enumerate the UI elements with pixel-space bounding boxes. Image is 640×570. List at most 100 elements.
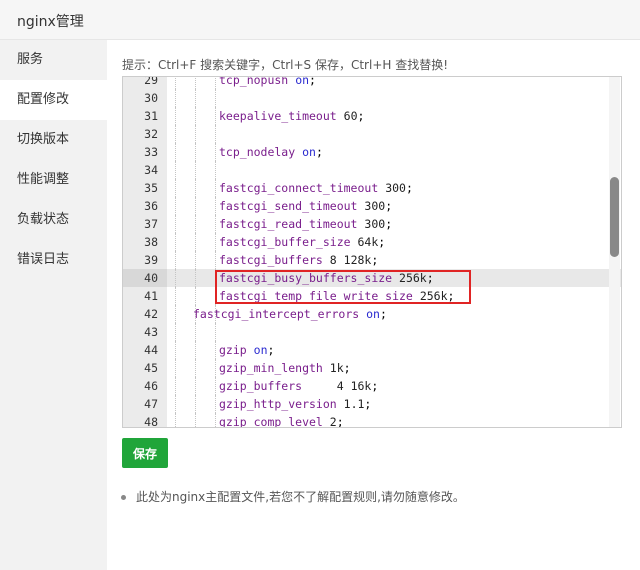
code-text: fastcgi_connect_timeout 300; xyxy=(219,181,413,195)
directive-name: gzip_http_version xyxy=(219,397,337,411)
code-line: 34 xyxy=(123,161,621,179)
line-number: 44 xyxy=(144,343,158,357)
directive-name: gzip_buffers xyxy=(219,379,303,393)
code-text: fastcgi_read_timeout 300; xyxy=(219,217,393,231)
config-note: 此处为nginx主配置文件,若您不了解配置规则,请勿随意修改。 xyxy=(121,488,465,505)
code-text: fastcgi_send_timeout 300; xyxy=(219,199,393,213)
sidebar: 服务 配置修改 切换版本 性能调整 负载状态 错误日志 xyxy=(0,40,107,570)
directive-value: on xyxy=(302,145,316,159)
scrollbar[interactable] xyxy=(609,77,620,427)
directive-value: 8 128k xyxy=(329,253,372,267)
directive-name: gzip_comp_level xyxy=(219,415,323,428)
title-bar: nginx管理 xyxy=(0,0,640,40)
line-number: 41 xyxy=(144,289,158,303)
main-panel: 提示：Ctrl+F 搜索关键字，Ctrl+S 保存，Ctrl+H 查找替换! 2… xyxy=(107,40,640,570)
code-text: gzip_http_version 1.1; xyxy=(219,397,372,411)
indent-guides xyxy=(175,89,235,107)
line-number: 35 xyxy=(144,181,158,195)
directive-name: keepalive_timeout xyxy=(219,109,337,123)
code-line: 39 fastcgi_buffers 8 128k; xyxy=(123,251,621,269)
code-line: 46 gzip_buffers 4 16k; xyxy=(123,377,621,395)
code-editor[interactable]: 29 tcp_nopush on; 30 31 keepalive_timeout 60… xyxy=(122,76,622,428)
line-number: 36 xyxy=(144,199,158,213)
code-text: fastcgi_intercept_errors on; xyxy=(193,307,387,321)
bullet-icon xyxy=(121,495,126,500)
indent-guides xyxy=(175,125,235,143)
code-text: fastcgi_buffers 8 128k; xyxy=(219,253,379,267)
directive-name: tcp_nodelay xyxy=(219,145,296,159)
code-text: gzip_comp_level 2; xyxy=(219,415,344,428)
indent-guides xyxy=(175,323,235,341)
line-number: 43 xyxy=(144,325,158,339)
directive-value: on xyxy=(295,76,310,87)
window-title: nginx管理 xyxy=(17,14,84,30)
line-number: 31 xyxy=(144,109,158,123)
line-number: 39 xyxy=(144,253,158,267)
sidebar-item-switch-version[interactable]: 切换版本 xyxy=(0,120,107,160)
code-line: 36 fastcgi_send_timeout 300; xyxy=(123,197,621,215)
directive-value: 1.1 xyxy=(343,397,365,411)
shortcut-tip: 提示：Ctrl+F 搜索关键字，Ctrl+S 保存，Ctrl+H 查找替换! xyxy=(122,58,449,72)
directive-value: 300 xyxy=(364,217,386,231)
code-text: fastcgi_buffer_size 64k; xyxy=(219,235,386,249)
directive-value: 60 xyxy=(343,109,358,123)
line-number: 37 xyxy=(144,217,158,231)
code-line: 47 gzip_http_version 1.1; xyxy=(123,395,621,413)
line-number: 46 xyxy=(144,379,158,393)
code-text: tcp_nodelay on; xyxy=(219,145,323,159)
sidebar-item-config[interactable]: 配置修改 xyxy=(0,80,107,120)
annotation-box xyxy=(215,270,471,304)
save-button[interactable]: 保存 xyxy=(122,438,168,468)
line-number: 38 xyxy=(144,235,158,249)
code-line: 29 tcp_nopush on; xyxy=(123,76,621,89)
code-line: 35 fastcgi_connect_timeout 300; xyxy=(123,179,621,197)
line-number: 30 xyxy=(144,91,158,105)
directive-value: 300 xyxy=(364,199,386,213)
code-line: 33 tcp_nodelay on; xyxy=(123,143,621,161)
directive-name: fastcgi_buffers xyxy=(219,253,323,267)
sidebar-item-load-status[interactable]: 负载状态 xyxy=(0,200,107,240)
directive-value: 64k xyxy=(357,235,379,249)
directive-name: tcp_nopush xyxy=(219,76,289,87)
directive-value: 2 xyxy=(329,415,337,428)
code-text: gzip_buffers 4 16k; xyxy=(219,379,379,393)
directive-name: fastcgi_send_timeout xyxy=(219,199,358,213)
directive-value: 300 xyxy=(385,181,406,195)
line-number: 47 xyxy=(144,397,158,411)
line-number: 29 xyxy=(144,76,158,87)
code-text: gzip on; xyxy=(219,343,275,357)
scrollbar-thumb[interactable] xyxy=(610,177,619,257)
line-number: 32 xyxy=(144,127,158,141)
line-number: 48 xyxy=(144,415,158,428)
directive-name: fastcgi_read_timeout xyxy=(219,217,358,231)
directive-value: on xyxy=(366,307,380,321)
config-note-text: 此处为nginx主配置文件,若您不了解配置规则,请勿随意修改。 xyxy=(136,490,465,504)
directive-name: fastcgi_connect_timeout xyxy=(219,181,379,195)
line-number: 42 xyxy=(144,307,158,321)
code-line: 30 xyxy=(123,89,621,107)
code-text: keepalive_timeout 60; xyxy=(219,109,365,123)
indent-guides xyxy=(175,161,235,179)
code-line: 48 gzip_comp_level 2; xyxy=(123,413,621,428)
directive-value: on xyxy=(253,343,268,357)
code-line: 43 xyxy=(123,323,621,341)
code-line: 42 fastcgi_intercept_errors on; xyxy=(123,305,621,323)
sidebar-item-error-log[interactable]: 错误日志 xyxy=(0,240,107,280)
editor-lines: 29 tcp_nopush on; 30 31 keepalive_timeout 60… xyxy=(123,76,621,428)
directive-value: 1k xyxy=(329,361,344,375)
code-line: 37 fastcgi_read_timeout 300; xyxy=(123,215,621,233)
directive-name: fastcgi_intercept_errors xyxy=(193,307,360,321)
code-line: 31 keepalive_timeout 60; xyxy=(123,107,621,125)
code-text: gzip_min_length 1k; xyxy=(219,361,351,375)
code-line: 32 xyxy=(123,125,621,143)
code-text: tcp_nopush on; xyxy=(219,76,316,89)
line-number: 40 xyxy=(123,269,167,287)
code-line: 45 gzip_min_length 1k; xyxy=(123,359,621,377)
sidebar-item-performance[interactable]: 性能调整 xyxy=(0,160,107,200)
directive-name: gzip xyxy=(219,343,247,357)
directive-value: 4 16k xyxy=(309,379,372,393)
sidebar-item-service[interactable]: 服务 xyxy=(0,40,107,80)
directive-name: gzip_min_length xyxy=(219,361,323,375)
directive-name: fastcgi_buffer_size xyxy=(219,235,351,249)
line-number: 45 xyxy=(144,361,158,375)
